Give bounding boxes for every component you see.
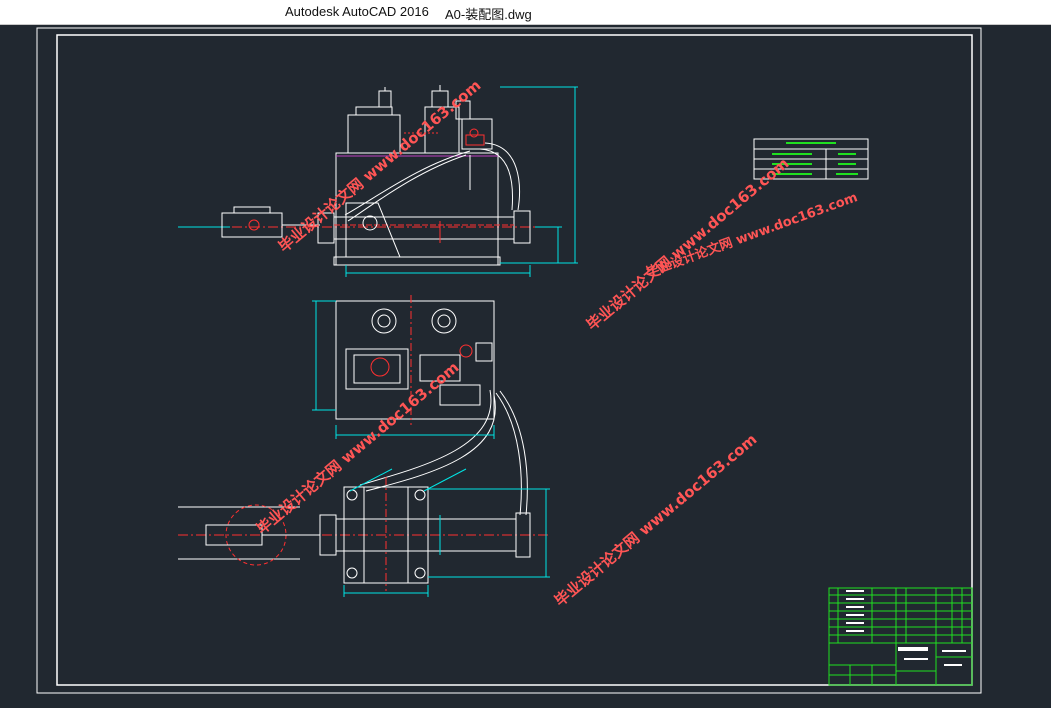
app-title: Autodesk AutoCAD 2016 xyxy=(285,4,429,19)
drawing-canvas[interactable]: 毕业设计论文网 www.doc163.com 毕业设计论文网 www.doc16… xyxy=(0,25,1051,703)
sheet-outer-border xyxy=(36,27,982,694)
side-view[interactable] xyxy=(178,468,550,597)
title-block[interactable] xyxy=(828,587,973,686)
watermark: 毕业设计论文网 www.doc163.com xyxy=(583,154,792,334)
file-name: A0-装配图.dwg xyxy=(445,7,532,22)
watermark: 毕业设计论文网 www.doc163.com xyxy=(253,358,462,538)
watermark: 毕业设计论文网 www.doc163.com xyxy=(275,76,484,256)
watermark: 毕业设计论文网 www.doc163.com xyxy=(551,430,760,610)
front-view[interactable] xyxy=(178,85,578,277)
watermark: 毕业设计论文网 www.doc163.com xyxy=(644,189,860,281)
title-bar: Autodesk AutoCAD 2016 A0-装配图.dwg xyxy=(0,0,1051,25)
